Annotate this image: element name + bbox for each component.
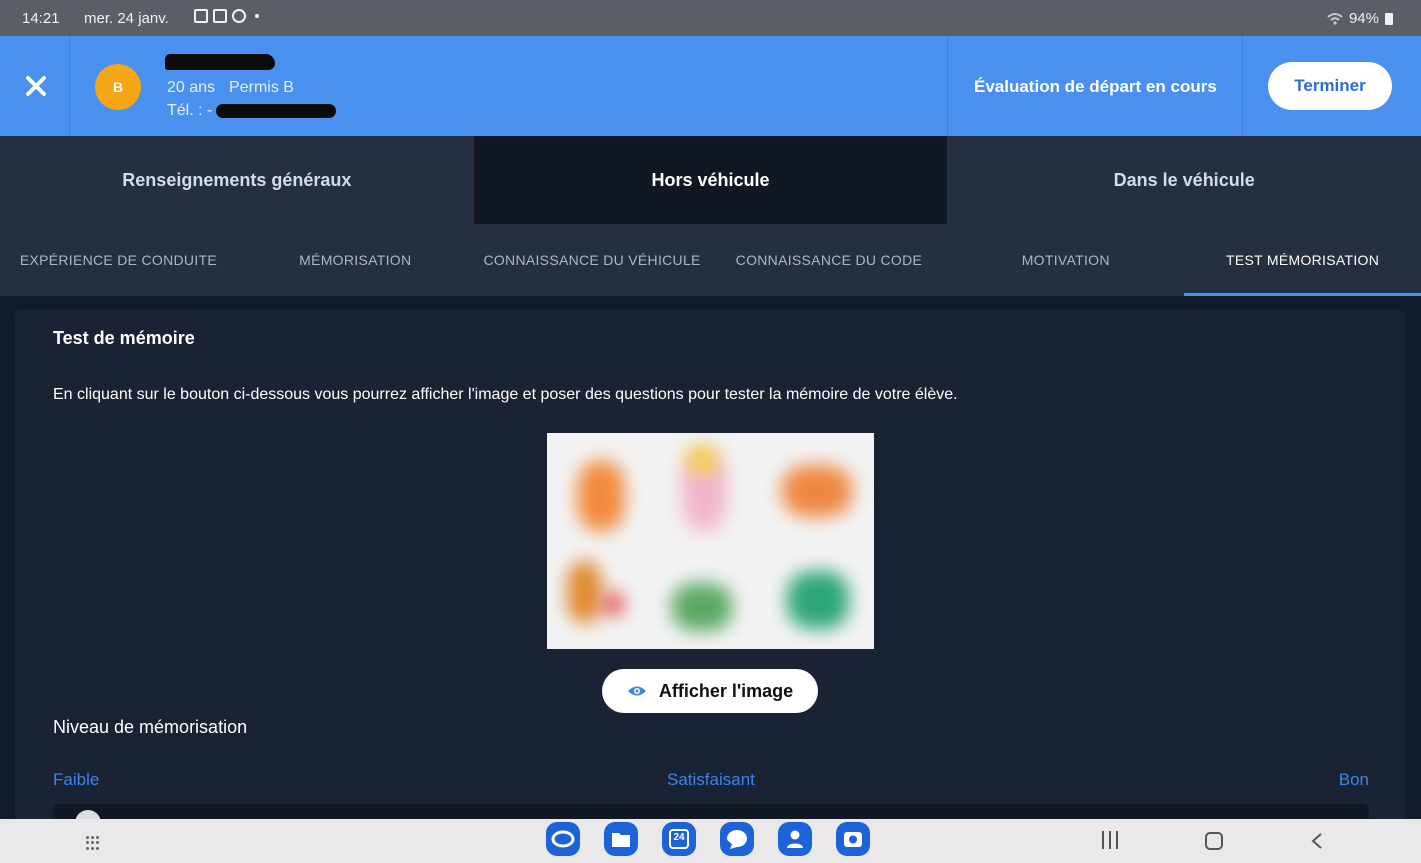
memorisation-level-title: Niveau de mémorisation xyxy=(53,717,248,737)
subtab-driving-experience[interactable]: EXPÉRIENCE DE CONDUITE xyxy=(0,224,237,296)
back-icon[interactable] xyxy=(1310,832,1324,850)
blurred-figure-3 xyxy=(782,465,852,517)
camera-icon[interactable] xyxy=(836,822,870,856)
contacts-icon[interactable] xyxy=(778,822,812,856)
tab-general-info[interactable]: Renseignements généraux xyxy=(0,136,474,224)
show-image-button[interactable]: Afficher l'image xyxy=(602,669,818,713)
person-glyph xyxy=(787,830,803,848)
gallery-notification-icon xyxy=(194,9,208,23)
system-navigation-bar: 24 xyxy=(0,819,1421,863)
card-title: Test de mémoire xyxy=(53,328,195,348)
redacted-name xyxy=(165,54,275,70)
show-image-label: Afficher l'image xyxy=(658,680,794,701)
subtab-code-knowledge[interactable]: CONNAISSANCE DU CODE xyxy=(710,224,947,296)
status-date: mer. 24 janv. xyxy=(84,10,169,27)
blurred-figure-5 xyxy=(672,583,732,631)
news-notification-icon xyxy=(213,9,227,23)
chat-glyph xyxy=(727,830,747,849)
blurred-figure-2b xyxy=(687,445,717,475)
blurred-figure-4b xyxy=(602,593,624,615)
camera-glyph xyxy=(844,832,862,847)
student-license: Permis B xyxy=(229,79,294,96)
more-notifications-icon xyxy=(255,14,259,18)
sync-notification-icon xyxy=(232,9,246,23)
evaluation-status-box: Évaluation de départ en cours xyxy=(947,36,1243,136)
main-tabs: Renseignements généraux Hors véhicule Da… xyxy=(0,136,1421,224)
browser-icon[interactable] xyxy=(546,822,580,856)
subtab-memorisation[interactable]: MÉMORISATION xyxy=(237,224,474,296)
wifi-icon xyxy=(1327,12,1343,25)
messages-icon[interactable] xyxy=(720,822,754,856)
content-area: Test de mémoire En cliquant sur le bouto… xyxy=(0,296,1421,836)
recent-apps-icon[interactable] xyxy=(1102,831,1118,849)
student-age: 20 ans xyxy=(167,79,216,96)
status-time: 14:21 xyxy=(22,10,60,27)
battery-level: 94% xyxy=(1348,10,1379,27)
calendar-day: 24 xyxy=(673,832,685,843)
browser-glyph xyxy=(551,830,575,848)
calendar-icon[interactable]: 24 xyxy=(662,822,696,856)
eye-icon xyxy=(627,686,646,696)
battery-icon xyxy=(1385,12,1393,25)
blurred-memory-image xyxy=(547,433,874,649)
status-bar: 14:21 mer. 24 janv. 94% xyxy=(0,0,1421,36)
avatar: B xyxy=(95,64,141,110)
status-notification-icons xyxy=(194,9,259,23)
app-drawer-icon[interactable] xyxy=(86,836,100,850)
sub-tabs: EXPÉRIENCE DE CONDUITE MÉMORISATION CONN… xyxy=(0,224,1421,296)
memory-test-card: Test de mémoire En cliquant sur le bouto… xyxy=(15,310,1405,836)
close-icon xyxy=(26,76,46,96)
level-high-label[interactable]: Bon xyxy=(1339,770,1369,790)
files-icon[interactable] xyxy=(604,822,638,856)
tab-outside-vehicle[interactable]: Hors véhicule xyxy=(473,136,948,224)
redacted-phone xyxy=(216,104,337,118)
level-mid-label[interactable]: Satisfaisant xyxy=(667,770,755,790)
folder-glyph xyxy=(612,833,630,847)
subtab-memory-test[interactable]: TEST MÉMORISATION xyxy=(1184,224,1421,296)
blurred-figure-6 xyxy=(787,571,849,629)
status-right: 94% xyxy=(1327,10,1393,27)
evaluation-status: Évaluation de départ en cours xyxy=(974,77,1217,96)
blurred-figure-4 xyxy=(567,561,602,623)
close-button[interactable] xyxy=(0,36,70,136)
home-icon[interactable] xyxy=(1205,832,1223,850)
phone-label: Tél. : - xyxy=(167,102,213,119)
student-profile-line: 20 ans Permis B xyxy=(167,79,294,97)
student-header: B 20 ans Permis B Tél. : - Évaluation de … xyxy=(0,36,1421,136)
blurred-figure-1 xyxy=(577,461,625,531)
card-description: En cliquant sur le bouton ci-dessous vou… xyxy=(53,386,958,403)
finish-button[interactable]: Terminer xyxy=(1268,62,1392,110)
subtab-motivation[interactable]: MOTIVATION xyxy=(947,224,1184,296)
app-dock: 24 xyxy=(546,822,870,856)
subtab-vehicle-knowledge[interactable]: CONNAISSANCE DU VÉHICULE xyxy=(474,224,711,296)
student-phone-line: Tél. : - xyxy=(167,102,337,120)
tab-inside-vehicle[interactable]: Dans le véhicule xyxy=(947,136,1421,224)
level-low-label[interactable]: Faible xyxy=(53,770,99,790)
